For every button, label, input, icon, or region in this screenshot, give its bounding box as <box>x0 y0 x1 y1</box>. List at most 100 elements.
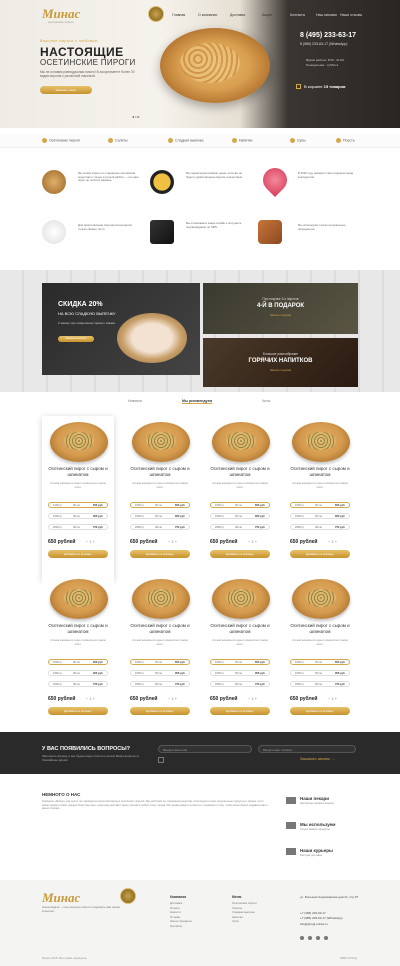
add-to-cart-button[interactable]: Добавить в корзину <box>130 550 190 558</box>
vk-icon[interactable] <box>300 936 304 940</box>
footer-link[interactable]: Осетинские пироги <box>232 901 257 906</box>
slider-controls[interactable]: ◂ • ▸ <box>132 114 140 119</box>
weight-option[interactable]: 1500 гр 35 см 900 руб <box>210 670 270 676</box>
quantity-stepper[interactable]: − 1 + <box>248 696 257 701</box>
weight-option[interactable]: 1500 гр 35 см 900 руб <box>290 513 350 519</box>
nav-contacts[interactable]: Контакты <box>290 13 305 17</box>
product-image[interactable] <box>132 422 190 462</box>
promo-gift[interactable]: При покупке 3-х пирогов 4-Й В ПОДАРОК На… <box>203 283 358 334</box>
weight-option[interactable]: 2000 гр 38 см 750 руб <box>130 681 190 687</box>
product-image[interactable] <box>132 579 190 619</box>
category-drinks[interactable]: Напитки <box>232 138 252 143</box>
product-card[interactable]: Осетинский пирог с сыром и шпинатом Сочна… <box>124 573 196 738</box>
developer-link[interactable]: WEB-СКЛАД <box>340 956 357 960</box>
category-soups[interactable]: Супы <box>290 138 306 143</box>
product-title[interactable]: Осетинский пирог с сыром и шпинатом <box>284 623 356 634</box>
weight-option[interactable]: 2000 гр 38 см 750 руб <box>290 524 350 530</box>
category-more[interactable]: Поесть <box>336 138 355 143</box>
product-card[interactable]: Осетинский пирог с сыром и шпинатом Сочна… <box>204 573 276 738</box>
add-to-cart-button[interactable]: Добавить в корзину <box>290 550 350 558</box>
weight-option[interactable]: 2000 гр 38 см 750 руб <box>290 681 350 687</box>
order-pie-button[interactable]: Заказать пирог <box>40 86 92 94</box>
quantity-stepper[interactable]: − 1 + <box>168 696 177 701</box>
add-to-cart-button[interactable]: Добавить в корзину <box>210 550 270 558</box>
cart-summary[interactable]: В корзине 15 товаров <box>304 84 346 89</box>
name-input[interactable]: Введите ваше имя <box>158 745 252 753</box>
weight-option[interactable]: 2000 гр 38 см 750 руб <box>48 524 108 530</box>
weight-option[interactable]: 1000 гр 30 см 650 руб <box>290 502 350 508</box>
promo-gift-link[interactable]: Начать покупки <box>203 313 358 317</box>
product-card[interactable]: Осетинский пирог с сыром и шпинатом Сочна… <box>42 573 114 738</box>
weight-option[interactable]: 1000 гр 30 см 650 руб <box>130 502 190 508</box>
add-to-cart-button[interactable]: Добавить в корзину <box>290 707 350 715</box>
quantity-stepper[interactable]: − 1 + <box>86 539 95 544</box>
footer-phone1[interactable]: +7 (495) 233-63-17 <box>300 911 326 915</box>
facebook-icon[interactable] <box>308 936 312 940</box>
weight-option[interactable]: 1500 гр 35 см 900 руб <box>130 670 190 676</box>
ok-icon[interactable] <box>324 936 328 940</box>
weight-option[interactable]: 2000 гр 38 см 750 руб <box>210 681 270 687</box>
nav-promo[interactable]: Акции <box>262 13 272 17</box>
phone-number[interactable]: 8 (495) 233-63-17 <box>300 32 356 39</box>
product-image[interactable] <box>50 579 108 619</box>
weight-option[interactable]: 1500 гр 35 см 900 руб <box>130 513 190 519</box>
weight-option[interactable]: 1000 гр 30 см 650 руб <box>210 659 270 665</box>
product-card[interactable]: Осетинский пирог с сыром и шпинатом Сочна… <box>284 416 356 581</box>
promo-drinks[interactable]: Большое разнообразие ГОРЯЧИХ НАПИТКОВ На… <box>203 338 358 387</box>
product-image[interactable] <box>292 422 350 462</box>
footer-link[interactable]: Наши стандарты <box>170 919 192 924</box>
quantity-stepper[interactable]: − 1 + <box>328 539 337 544</box>
product-title[interactable]: Осетинский пирог с сыром и шпинатом <box>204 466 276 477</box>
nav-reviews[interactable]: Наши отзывы <box>340 13 362 17</box>
weight-option[interactable]: 1500 гр 35 см 900 руб <box>48 513 108 519</box>
product-title[interactable]: Осетинский пирог с сыром и шпинатом <box>204 623 276 634</box>
category-sweets[interactable]: Сладкая выпечка <box>168 138 203 143</box>
tab-hits[interactable]: Хиты <box>262 399 270 403</box>
add-to-cart-button[interactable]: Добавить в корзину <box>48 550 108 558</box>
quantity-stepper[interactable]: − 1 + <box>248 539 257 544</box>
product-image[interactable] <box>292 579 350 619</box>
footer-phone2[interactable]: +7 (985) 233-63-17 (WhatsApp) <box>300 916 342 920</box>
weight-option[interactable]: 2000 гр 38 см 750 руб <box>48 681 108 687</box>
nav-about[interactable]: О компании <box>198 13 217 17</box>
weight-option[interactable]: 1000 гр 30 см 650 руб <box>290 659 350 665</box>
footer-email[interactable]: info@pirogi-minas.ru <box>300 922 328 926</box>
product-title[interactable]: Осетинский пирог с сыром и шпинатом <box>124 623 196 634</box>
product-title[interactable]: Осетинский пирог с сыром и шпинатом <box>124 466 196 477</box>
request-call-button[interactable]: Заказать звонок → <box>300 756 335 761</box>
footer-link[interactable]: Контакты <box>170 924 192 929</box>
footer-link[interactable]: Сладкая выпечка <box>232 910 257 915</box>
promo-drinks-link[interactable]: Начать покупки <box>203 368 358 372</box>
product-card[interactable]: Осетинский пирог с сыром и шпинатом Сочна… <box>204 416 276 581</box>
product-image[interactable] <box>50 422 108 462</box>
product-image[interactable] <box>212 422 270 462</box>
quantity-stepper[interactable]: − 1 + <box>168 539 177 544</box>
cart-icon[interactable] <box>296 84 301 89</box>
product-card[interactable]: Осетинский пирог с сыром и шпинатом Сочна… <box>284 573 356 738</box>
add-to-cart-button[interactable]: Добавить в корзину <box>48 707 108 715</box>
weight-option[interactable]: 2000 гр 38 см 750 руб <box>210 524 270 530</box>
tab-recommended[interactable]: Мы рекомендуем <box>182 399 213 404</box>
weight-option[interactable]: 1500 гр 35 см 900 руб <box>48 670 108 676</box>
promo-discount[interactable]: СКИДКА 20% НА ВСЮ СЛАДКУЮ ВЫПЕЧКУ К зака… <box>42 283 200 375</box>
weight-option[interactable]: 1500 гр 35 см 900 руб <box>290 670 350 676</box>
category-salads[interactable]: Салаты <box>108 138 128 143</box>
weight-option[interactable]: 1000 гр 30 см 650 руб <box>130 659 190 665</box>
weight-option[interactable]: 2000 гр 38 см 750 руб <box>130 524 190 530</box>
phone-whatsapp[interactable]: 8 (985) 233-63-17 (WhatsApp) <box>300 42 347 46</box>
product-card[interactable]: Осетинский пирог с сыром и шпинатом Сочна… <box>124 416 196 581</box>
category-pies[interactable]: Осетинские пироги <box>42 138 80 143</box>
consent-checkbox[interactable] <box>158 757 164 763</box>
nav-home[interactable]: Главная <box>172 13 185 17</box>
add-to-cart-button[interactable]: Добавить в корзину <box>210 707 270 715</box>
weight-option[interactable]: 1000 гр 30 см 650 руб <box>210 502 270 508</box>
quantity-stepper[interactable]: − 1 + <box>328 696 337 701</box>
phone-input[interactable]: Введите ваш телефон <box>258 745 356 753</box>
order-pastry-button[interactable]: Заказать выпечку <box>58 336 94 342</box>
instagram-icon[interactable] <box>316 936 320 940</box>
footer-logo[interactable]: Минас <box>42 890 80 906</box>
weight-option[interactable]: 1000 гр 30 см 650 руб <box>48 659 108 665</box>
product-card[interactable]: Осетинский пирог с сыром и шпинатом Сочна… <box>42 416 114 581</box>
add-to-cart-button[interactable]: Добавить в корзину <box>130 707 190 715</box>
quantity-stepper[interactable]: − 1 + <box>86 696 95 701</box>
